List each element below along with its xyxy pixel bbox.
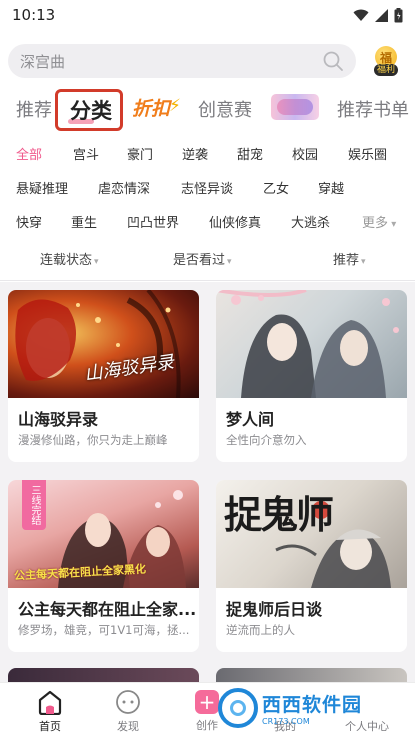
genre-item[interactable]: 豪门: [127, 144, 153, 163]
genre-item[interactable]: 仙侠修真: [209, 212, 261, 231]
filter-label: 是否看过: [173, 253, 226, 268]
genre-item[interactable]: 快穿: [16, 212, 42, 231]
chevron-down-icon: ▾: [361, 257, 366, 267]
welfare-label: 福利: [373, 64, 398, 76]
story-card-partial[interactable]: [8, 668, 199, 682]
genre-item[interactable]: 悬疑推理: [16, 178, 68, 197]
card-title: 公主每天都在阻止全家...: [18, 600, 197, 619]
story-card[interactable]: 捉鬼师 捉鬼师后日谈 逆流而上的人: [216, 480, 407, 652]
genre-item[interactable]: 凹凸世界: [127, 212, 179, 231]
genre-item[interactable]: 甜宠: [237, 144, 263, 163]
cover-image: 三线完结 公主每天都在阻止全家黑化: [8, 480, 199, 588]
signal-icon: [375, 8, 388, 22]
genre-item[interactable]: 穿越: [318, 178, 344, 197]
battery-icon: [394, 7, 403, 22]
search-icon[interactable]: [322, 50, 344, 72]
cover-art: [216, 290, 399, 398]
watermark-logo: 西西软件园 CR173.COM: [218, 684, 408, 732]
genre-item[interactable]: 宫斗: [73, 144, 99, 163]
tab-booklist[interactable]: 推荐书单: [337, 96, 409, 122]
tab-creative-contest[interactable]: 创意赛: [198, 96, 252, 122]
story-card[interactable]: 梦人间 全性向介意勿入: [216, 290, 407, 462]
tab-recommend[interactable]: 推荐: [16, 96, 52, 122]
tab-category[interactable]: 分类: [55, 89, 123, 131]
card-title: 梦人间: [226, 410, 275, 429]
filter-label: 推荐: [333, 253, 360, 268]
filter-label: 连载状态: [40, 253, 93, 268]
chevron-down-icon: ▾: [94, 257, 99, 267]
discover-icon: [116, 690, 140, 714]
genre-item[interactable]: 重生: [71, 212, 97, 231]
status-time: 10:13: [12, 6, 56, 24]
filter-serial-status[interactable]: 连载状态 ▾: [40, 249, 99, 268]
card-description: 逆流而上的人: [226, 623, 295, 637]
tab-event-banner[interactable]: [271, 94, 319, 120]
tab-sale[interactable]: 折扣: [132, 94, 170, 121]
genre-item[interactable]: 乙女: [263, 178, 289, 197]
chevron-down-icon: ▾: [388, 219, 397, 230]
nav-label: 首页: [39, 720, 61, 733]
badge-text: 三线完结: [29, 485, 40, 525]
card-title: 山海驳异录: [18, 410, 99, 429]
genre-item[interactable]: 娱乐圈: [348, 144, 387, 163]
cover-title: 捉鬼师: [224, 492, 334, 537]
completed-badge: 三线完结: [22, 480, 46, 530]
filter-sort[interactable]: 推荐 ▾: [333, 249, 366, 268]
genre-item[interactable]: 校园: [292, 144, 318, 163]
top-tabs: 推荐 分类 折扣 ⚡ 创意赛 推荐书单: [0, 88, 415, 131]
search-placeholder: 深宫曲: [20, 52, 66, 71]
story-card-partial[interactable]: [216, 668, 407, 682]
genre-item[interactable]: 虐恋情深: [98, 178, 150, 197]
lightning-icon: ⚡: [169, 96, 181, 116]
home-icon: [38, 690, 62, 715]
story-card[interactable]: 山海驳异录 山海驳异录 漫漫修仙路，你只为走上巅峰: [8, 290, 199, 462]
nav-label: 创作: [196, 719, 218, 732]
wifi-icon: [353, 9, 369, 21]
plus-icon: +: [195, 690, 219, 714]
card-title: 捉鬼师后日谈: [226, 600, 323, 619]
search-bar[interactable]: 深宫曲: [8, 44, 356, 78]
chevron-down-icon: ▾: [227, 257, 232, 267]
status-bar: 10:13: [0, 0, 415, 30]
nav-label: 发现: [117, 720, 139, 733]
cover-image: 捉鬼师: [216, 480, 407, 588]
card-description: 修罗场，雄竞，可1V1可海，拯...: [18, 623, 190, 637]
story-card[interactable]: 三线完结 公主每天都在阻止全家黑化 公主每天都在阻止全家... 修罗场，雄竞，可…: [8, 480, 199, 652]
more-label: 更多: [362, 216, 389, 231]
divider: [0, 280, 415, 281]
genre-item[interactable]: 逆袭: [182, 144, 208, 163]
banner-art: [277, 99, 313, 115]
filter-read-status[interactable]: 是否看过 ▾: [173, 249, 232, 268]
card-description: 全性向介意勿入: [226, 433, 307, 447]
header-area: 深宫曲 福 福利 推荐 分类 折扣 ⚡ 创意赛 推荐书单 全部 宫斗 豪门 逆袭…: [0, 30, 415, 282]
welfare-button[interactable]: 福 福利: [370, 46, 402, 82]
status-icons: [353, 7, 403, 23]
cover-image: 山海驳异录: [8, 290, 199, 398]
genre-item[interactable]: 志怪异谈: [181, 178, 233, 197]
genre-item[interactable]: 全部: [16, 144, 42, 163]
card-description: 漫漫修仙路，你只为走上巅峰: [18, 433, 168, 447]
tab-category-label: 分类: [70, 99, 112, 123]
more-genres-button[interactable]: 更多 ▾: [362, 212, 396, 231]
genre-item[interactable]: 大逃杀: [291, 212, 330, 231]
nav-discover[interactable]: 发现: [98, 689, 158, 734]
watermark-text: 西西软件园 CR173.COM: [262, 690, 362, 726]
watermark-main: 西西软件园: [262, 694, 363, 716]
cover-image: [216, 290, 407, 398]
watermark-circle-icon: [218, 688, 258, 728]
sort-filters: 连载状态 ▾ 是否看过 ▾ 推荐 ▾: [0, 240, 415, 276]
watermark-sub: CR173.COM: [262, 717, 310, 726]
nav-home[interactable]: 首页: [20, 689, 80, 734]
